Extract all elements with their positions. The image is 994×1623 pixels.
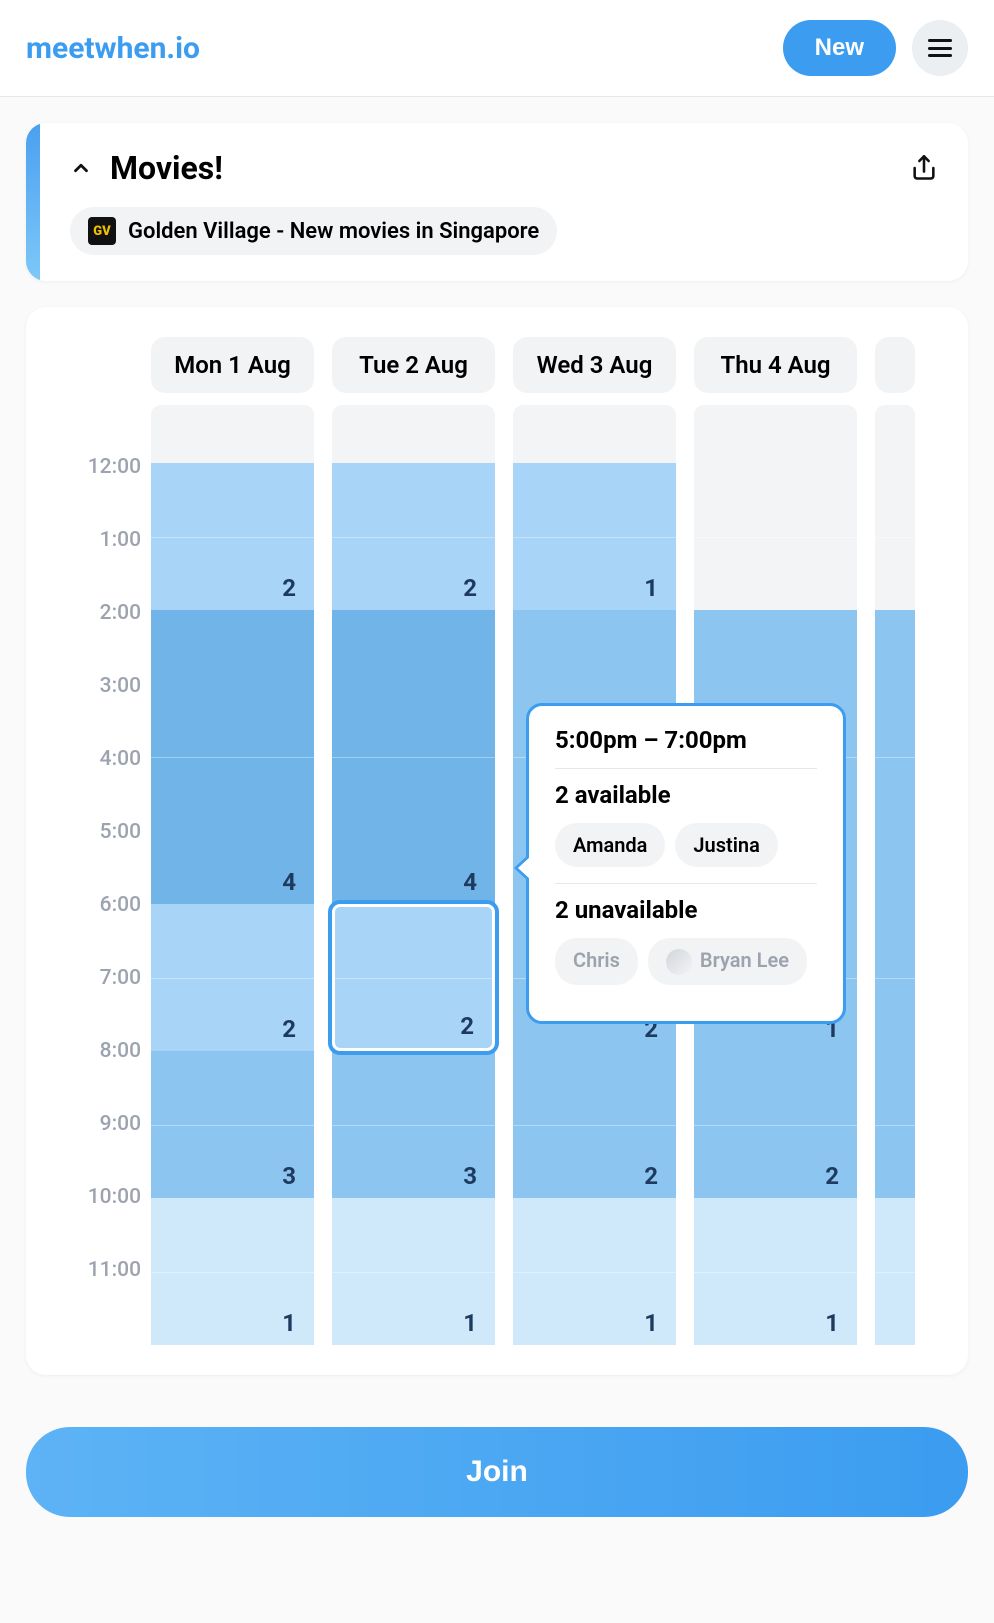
calendar-card: Mon 1 Aug Tue 2 Aug Wed 3 Aug Thu 4 Aug … — [26, 307, 968, 1375]
available-label: 2 available — [555, 781, 817, 809]
available-person[interactable]: Justina — [675, 823, 777, 867]
time-slot[interactable] — [875, 463, 915, 610]
time-slot[interactable]: 4 — [332, 610, 495, 904]
unavailable-person[interactable]: Bryan Lee — [648, 938, 807, 985]
event-accent — [26, 123, 40, 281]
day-column: 2 4 2 3 1 — [332, 405, 495, 1345]
day-header-thu[interactable]: Thu 4 Aug — [694, 337, 857, 393]
availability-count: 4 — [282, 868, 296, 896]
time-slot[interactable]: 1 — [513, 463, 676, 610]
availability-count: 2 — [282, 1015, 296, 1043]
time-slot[interactable]: 1 — [151, 1198, 314, 1345]
time-label: 1:00 — [46, 528, 141, 601]
day-header-tue[interactable]: Tue 2 Aug — [332, 337, 495, 393]
time-slot[interactable] — [875, 1051, 915, 1198]
time-slot[interactable]: 1 — [332, 1198, 495, 1345]
availability-count: 1 — [825, 1309, 839, 1337]
availability-count: 2 — [460, 1012, 474, 1040]
time-label: 3:00 — [46, 674, 141, 747]
time-slot[interactable]: 2 — [151, 904, 314, 1051]
logo[interactable]: meetwhen.io — [26, 31, 200, 66]
time-slot[interactable] — [875, 904, 915, 1051]
source-text: Golden Village - New movies in Singapore — [128, 219, 539, 244]
availability-count: 2 — [282, 574, 296, 602]
day-header-mon[interactable]: Mon 1 Aug — [151, 337, 314, 393]
new-button[interactable]: New — [783, 20, 896, 76]
time-slot[interactable] — [694, 463, 857, 610]
availability-count: 3 — [282, 1162, 296, 1190]
avatar — [666, 949, 692, 975]
time-slot[interactable]: 1 — [694, 1198, 857, 1345]
availability-count: 1 — [463, 1309, 477, 1337]
available-person[interactable]: Amanda — [555, 823, 665, 867]
day-column: 2 4 2 3 1 — [151, 405, 314, 1345]
day-header-wed[interactable]: Wed 3 Aug — [513, 337, 676, 393]
availability-count: 1 — [644, 574, 658, 602]
time-slot[interactable]: 2 — [694, 1051, 857, 1198]
time-column: 12:001:002:003:004:005:006:007:008:009:0… — [46, 405, 151, 1345]
join-button[interactable]: Join — [26, 1427, 968, 1517]
availability-count: 1 — [644, 1309, 658, 1337]
top-bar: meetwhen.io New — [0, 0, 994, 97]
source-pill[interactable]: GV Golden Village - New movies in Singap… — [70, 207, 557, 255]
day-column — [875, 405, 915, 1345]
time-label: 12:00 — [46, 455, 141, 528]
time-slot[interactable]: 3 — [332, 1051, 495, 1198]
time-slot[interactable]: 2 — [151, 463, 314, 610]
time-label: 6:00 — [46, 893, 141, 966]
day-header-next[interactable] — [875, 337, 915, 393]
unavailable-label: 2 unavailable — [555, 896, 817, 924]
event-title: Movies! — [110, 149, 223, 187]
share-icon[interactable] — [910, 154, 938, 182]
availability-count: 1 — [282, 1309, 296, 1337]
time-label: 10:00 — [46, 1185, 141, 1258]
availability-count: 3 — [463, 1162, 477, 1190]
hamburger-icon — [928, 39, 952, 57]
time-slot[interactable] — [875, 610, 915, 904]
time-label: 9:00 — [46, 1112, 141, 1185]
time-label: 7:00 — [46, 966, 141, 1039]
unavailable-person[interactable]: Chris — [555, 938, 638, 985]
time-slot[interactable]: 1 — [513, 1198, 676, 1345]
time-slot[interactable]: 2 — [332, 463, 495, 610]
time-label: 5:00 — [46, 820, 141, 893]
time-slot[interactable]: 4 — [151, 610, 314, 904]
time-label: 4:00 — [46, 747, 141, 820]
time-label: 8:00 — [46, 1039, 141, 1112]
availability-count: 2 — [644, 1162, 658, 1190]
time-slot[interactable] — [875, 1198, 915, 1345]
event-card: Movies! GV Golden Village - New movies i… — [26, 123, 968, 281]
availability-popover: 5:00pm – 7:00pm 2 available Amanda Justi… — [526, 703, 846, 1024]
chevron-up-icon[interactable] — [70, 157, 92, 179]
time-slot[interactable]: 3 — [151, 1051, 314, 1198]
calendar-header: Mon 1 Aug Tue 2 Aug Wed 3 Aug Thu 4 Aug — [46, 337, 948, 393]
time-label: 2:00 — [46, 601, 141, 674]
time-label: 11:00 — [46, 1258, 141, 1331]
availability-count: 2 — [463, 574, 477, 602]
availability-count: 2 — [825, 1162, 839, 1190]
gv-badge-icon: GV — [88, 217, 116, 245]
popover-time-range: 5:00pm – 7:00pm — [555, 726, 817, 754]
time-slot[interactable]: 2 — [513, 1051, 676, 1198]
availability-count: 4 — [463, 868, 477, 896]
time-slot[interactable]: 2 — [332, 904, 495, 1051]
menu-button[interactable] — [912, 20, 968, 76]
